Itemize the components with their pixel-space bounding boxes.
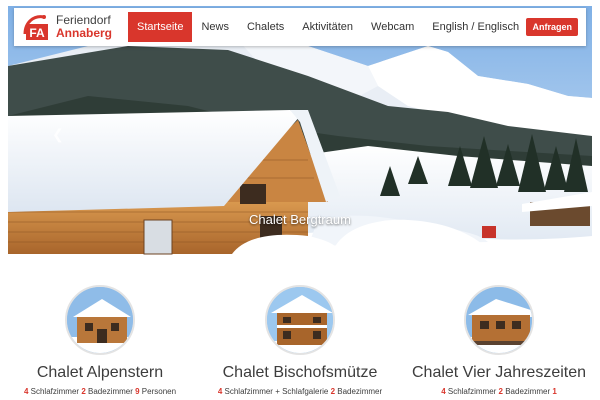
chalet-thumbnail[interactable] [265, 285, 335, 355]
nav-item-language[interactable]: English / Englisch [423, 12, 528, 42]
hero-caption: Chalet Bergtraum [249, 212, 351, 227]
inquiry-button[interactable]: Anfragen [526, 18, 578, 36]
logo-icon: FA [22, 12, 52, 42]
chalet-title[interactable]: Chalet Vier Jahreszeiten [399, 364, 599, 382]
brand-line2: Annaberg [56, 26, 113, 40]
page: ❮ Chalet Bergtraum FA Feriendorf Annaber… [0, 0, 600, 400]
slider-prev-icon[interactable]: ❮ [52, 126, 64, 143]
nav-item-startseite[interactable]: Startseite [128, 12, 193, 42]
nav-item-chalets[interactable]: Chalets [238, 12, 293, 42]
chalet-thumbnail[interactable] [65, 285, 135, 355]
nav-item-news[interactable]: News [192, 12, 238, 42]
brand-text: Feriendorf Annaberg [56, 14, 112, 40]
nav-item-aktivitaeten[interactable]: Aktivitäten [293, 12, 362, 42]
nav-item-webcam[interactable]: Webcam [362, 12, 423, 42]
chalet-title[interactable]: Chalet Bischofsmütze [200, 364, 400, 382]
brand-logo[interactable]: FA Feriendorf Annaberg [14, 8, 128, 46]
chalet-thumbnail[interactable] [464, 285, 534, 355]
chalet-meta: 4 Schlafzimmer + Schlafgalerie 2 Badezim… [217, 387, 383, 396]
navbar: FA Feriendorf Annaberg Startseite News C… [14, 8, 586, 46]
chalet-title[interactable]: Chalet Alpenstern [0, 364, 200, 382]
main-nav: Startseite News Chalets Aktivitäten Webc… [128, 8, 528, 46]
chalet-meta: 4 Schlafzimmer 2 Badezimmer 1 [441, 387, 557, 396]
logo-letters: FA [29, 26, 45, 40]
chalet-meta: 4 Schlafzimmer 2 Badezimmer 9 Personen [23, 387, 177, 396]
